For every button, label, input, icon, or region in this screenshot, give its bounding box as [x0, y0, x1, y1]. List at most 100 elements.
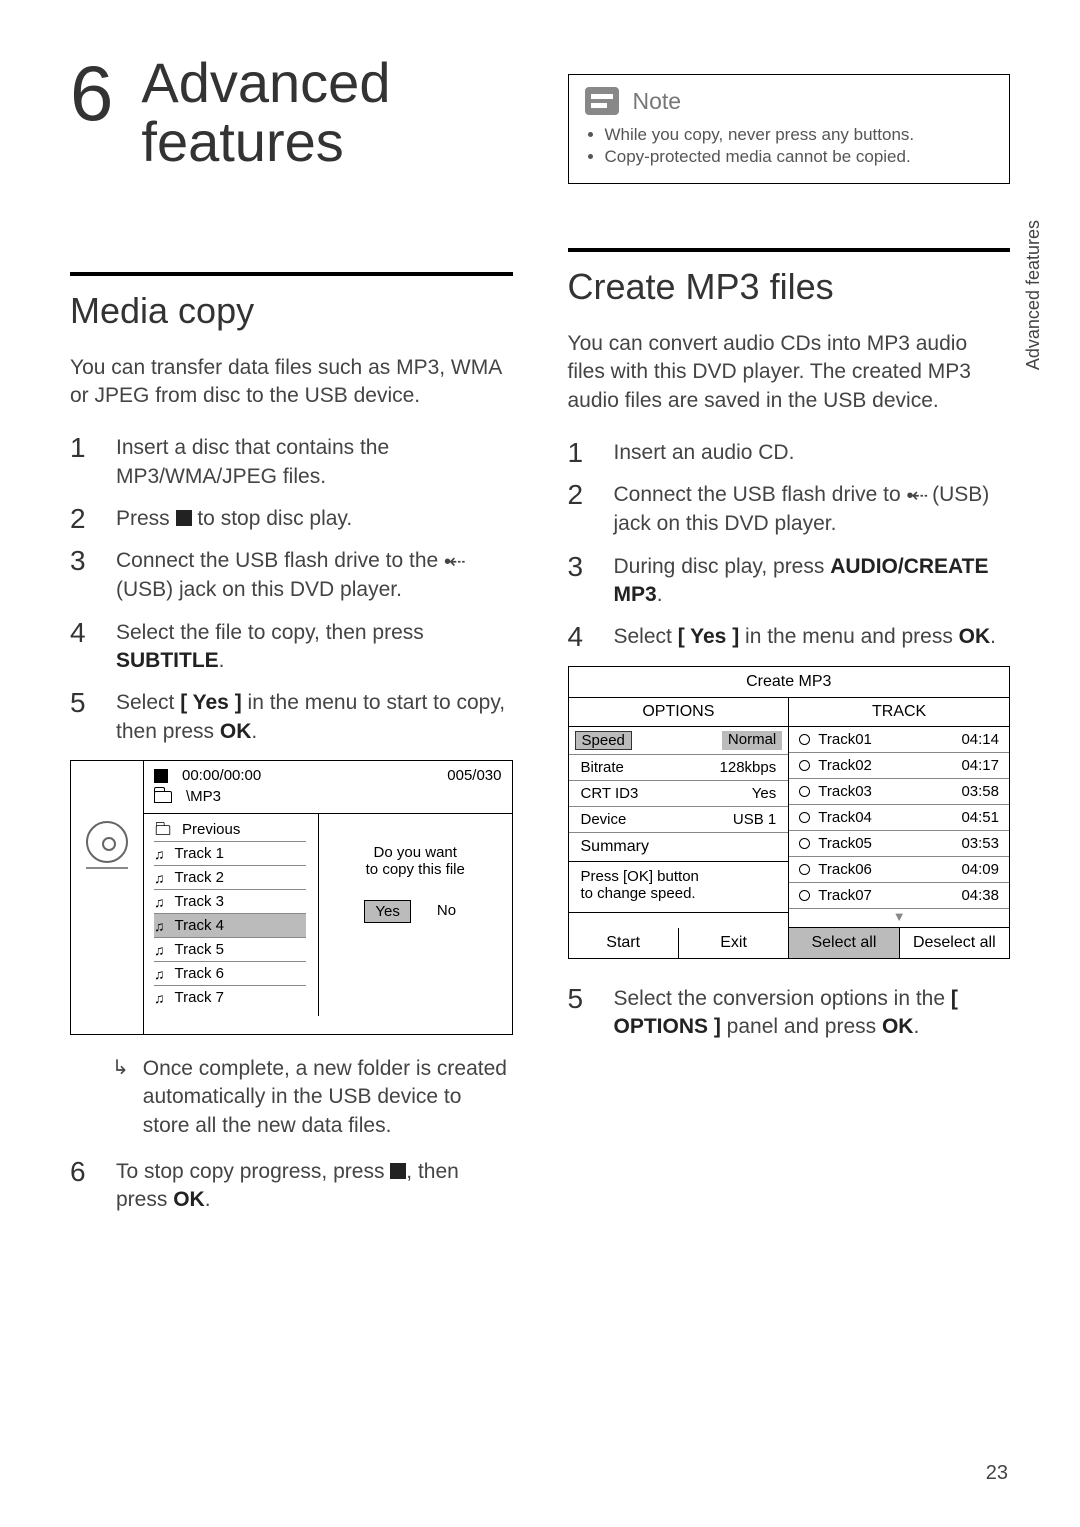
note-label: Note	[633, 88, 682, 115]
track-row[interactable]: Track0404:51	[789, 805, 1009, 831]
music-note-icon: ♫	[154, 870, 165, 886]
step-text: Select [ Yes ] in the menu and press OK.	[614, 623, 1011, 651]
disc-icon	[86, 821, 128, 863]
radio-icon[interactable]	[799, 890, 810, 901]
step-3: 3 Connect the USB flash drive to the •⇠ …	[70, 547, 513, 604]
radio-icon[interactable]	[799, 734, 810, 745]
music-note-icon: ♫	[154, 846, 165, 862]
step-5: 5 Select the conversion options in the […	[568, 985, 1011, 1042]
radio-icon[interactable]	[799, 838, 810, 849]
step-5: 5 Select [ Yes ] in the menu to start to…	[70, 689, 513, 746]
ok-button-label: OK	[882, 1015, 914, 1038]
intro-paragraph: You can transfer data files such as MP3,…	[70, 354, 513, 411]
option-row[interactable]: CRT ID3Yes	[569, 781, 789, 807]
step-4: 4 Select [ Yes ] in the menu and press O…	[568, 623, 1011, 651]
step-number: 1	[568, 439, 590, 467]
step-number: 1	[70, 434, 92, 491]
intro-paragraph: You can convert audio CDs into MP3 audio…	[568, 330, 1011, 415]
step-6: 6 To stop copy progress, press , then pr…	[70, 1158, 513, 1215]
step-number: 2	[568, 481, 590, 538]
disc-pane	[71, 761, 143, 1034]
scroll-down-icon[interactable]: ▼	[789, 909, 1009, 928]
options-panel[interactable]: SpeedNormalBitrate128kbpsCRT ID3YesDevic…	[569, 727, 790, 928]
list-item[interactable]: ♫Track 6	[154, 962, 306, 986]
no-button[interactable]: No	[427, 900, 466, 923]
track-list[interactable]: Previous ♫Track 1♫Track 2♫Track 3♫Track …	[144, 814, 319, 1016]
side-tab: Advanced features	[1023, 220, 1044, 370]
track-row[interactable]: Track0704:38	[789, 883, 1009, 909]
list-item[interactable]: ♫Track 4	[154, 914, 306, 938]
step-number: 4	[70, 619, 92, 676]
right-column: Note While you copy, never press any but…	[568, 70, 1011, 1527]
radio-icon[interactable]	[799, 864, 810, 875]
stop-icon	[154, 769, 168, 783]
music-note-icon: ♫	[154, 894, 165, 910]
step-text: Insert a disc that contains the MP3/WMA/…	[116, 434, 513, 491]
result-note: ↳ Once complete, a new folder is created…	[112, 1055, 513, 1140]
step-number: 5	[568, 985, 590, 1042]
step-text: During disc play, press AUDIO/CREATE MP3…	[614, 553, 1011, 610]
step-text: Connect the USB flash drive to •⇠ (USB) …	[614, 481, 1011, 538]
track-row[interactable]: Track0503:53	[789, 831, 1009, 857]
yes-button[interactable]: Yes	[364, 900, 410, 923]
track-row[interactable]: Track0303:58	[789, 779, 1009, 805]
chapter-number: 6	[70, 54, 113, 132]
ok-button-label: OK	[959, 625, 991, 648]
step-text: Connect the USB flash drive to the •⇠ (U…	[116, 547, 513, 604]
track-index: 005/030	[447, 767, 501, 784]
footer-button[interactable]: Exit	[679, 928, 789, 958]
track-panel[interactable]: Track0104:14Track0204:17Track0303:58Trac…	[789, 727, 1009, 928]
track-row[interactable]: Track0604:09	[789, 857, 1009, 883]
option-row[interactable]: Bitrate128kbps	[569, 755, 789, 781]
step-number: 2	[70, 505, 92, 533]
chapter-heading: 6 Advanced features	[70, 54, 513, 172]
options-header: OPTIONS	[569, 698, 790, 726]
list-item[interactable]: ♫Track 2	[154, 866, 306, 890]
folder-path: \MP3	[186, 788, 221, 805]
step-number: 4	[568, 623, 590, 651]
step-number: 6	[70, 1158, 92, 1215]
step-2: 2 Press to stop disc play.	[70, 505, 513, 533]
radio-icon[interactable]	[799, 786, 810, 797]
step-text: Insert an audio CD.	[614, 439, 1011, 467]
dialog-title: Create MP3	[569, 667, 1010, 697]
chapter-title-line1: Advanced	[141, 51, 390, 114]
list-item[interactable]: ♫Track 7	[154, 986, 306, 1009]
track-header: TRACK	[789, 698, 1009, 726]
list-item[interactable]: ♫Track 5	[154, 938, 306, 962]
media-copy-section: Media copy You can transfer data files s…	[70, 272, 513, 1215]
step-text: Select [ Yes ] in the menu to start to c…	[116, 689, 513, 746]
list-item-previous[interactable]: Previous	[154, 818, 306, 842]
footer-button[interactable]: Deselect all	[900, 928, 1009, 958]
music-note-icon: ♫	[154, 942, 165, 958]
option-row[interactable]: DeviceUSB 1	[569, 807, 789, 833]
ok-button-label: OK	[173, 1188, 205, 1211]
track-row[interactable]: Track0104:14	[789, 727, 1009, 753]
track-row[interactable]: Track0204:17	[789, 753, 1009, 779]
list-item[interactable]: ♫Track 1	[154, 842, 306, 866]
folder-icon	[154, 791, 172, 803]
stop-icon	[176, 510, 192, 526]
left-column: 6 Advanced features Media copy You can t…	[70, 70, 513, 1527]
result-arrow-icon: ↳	[112, 1055, 129, 1140]
music-note-icon: ♫	[154, 966, 165, 982]
note-item: Copy-protected media cannot be copied.	[605, 147, 994, 167]
radio-icon[interactable]	[799, 812, 810, 823]
browser-pane: 00:00/00:00 005/030 \MP3 Previous	[143, 761, 512, 1034]
step-text: Select the conversion options in the [ O…	[614, 985, 1011, 1042]
step-text: Press to stop disc play.	[116, 505, 513, 533]
subtitle-button-label: SUBTITLE	[116, 649, 219, 672]
create-mp3-figure: Create MP3 OPTIONS TRACK SpeedNormalBitr…	[568, 666, 1011, 959]
usb-icon: •⇠	[444, 549, 464, 576]
yes-option-label: [ Yes ]	[678, 625, 739, 648]
usb-icon: •⇠	[907, 483, 927, 510]
footer-button[interactable]: Select all	[789, 928, 899, 958]
radio-icon[interactable]	[799, 760, 810, 771]
summary-row[interactable]: Summary	[569, 833, 789, 862]
media-copy-figure: 00:00/00:00 005/030 \MP3 Previous	[70, 760, 513, 1035]
list-item[interactable]: ♫Track 3	[154, 890, 306, 914]
option-row[interactable]: SpeedNormal	[569, 727, 789, 755]
footer-button[interactable]: Start	[569, 928, 679, 958]
time-counter: 00:00/00:00	[182, 767, 433, 784]
step-3: 3 During disc play, press AUDIO/CREATE M…	[568, 553, 1011, 610]
